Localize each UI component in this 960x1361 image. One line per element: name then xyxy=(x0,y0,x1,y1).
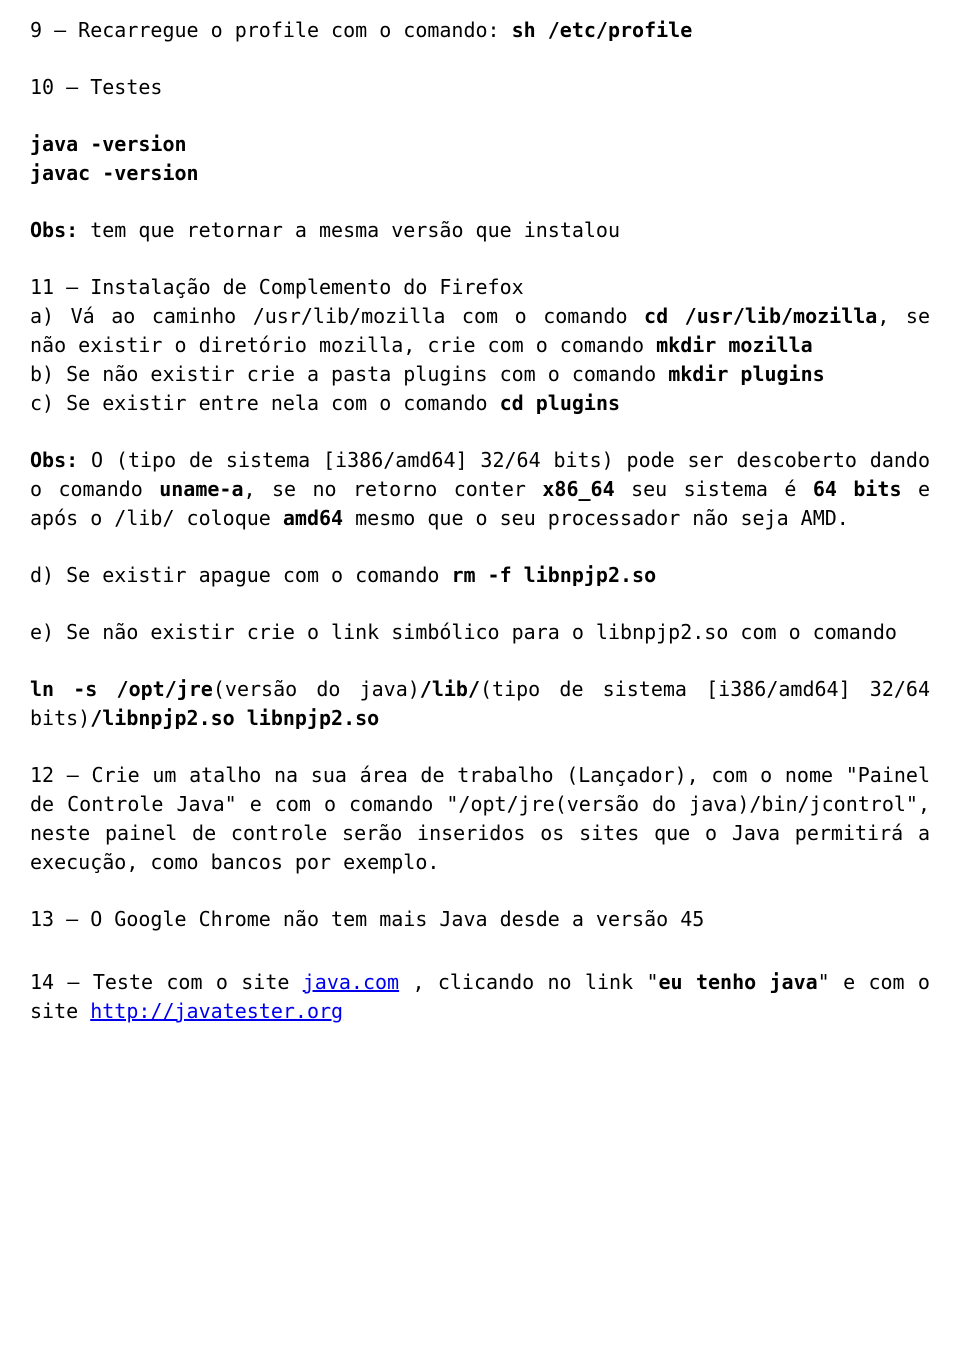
step-11-b-cmd: mkdir plugins xyxy=(668,362,825,386)
step-11-d-cmd: rm -f libnpjp2.so xyxy=(451,563,656,587)
ln-command: ln -s /opt/jre(versão do java)/lib/(tipo… xyxy=(30,675,930,733)
step-11-a: a) Vá ao caminho /usr/lib/mozilla com o … xyxy=(30,302,930,360)
obs-2-64bits: 64 bits xyxy=(813,477,902,501)
obs-1-text: tem que retornar a mesma versão que inst… xyxy=(78,218,620,242)
step-9: 9 — Recarregue o profile com o comando: … xyxy=(30,16,930,45)
step-11-c: c) Se existir entre nela com o comando c… xyxy=(30,389,930,418)
obs-1: Obs: tem que retornar a mesma versão que… xyxy=(30,216,930,245)
step-9-text: 9 — Recarregue o profile com o comando: xyxy=(30,18,512,42)
obs-2-t5: mesmo que o seu processador não seja AMD… xyxy=(343,506,849,530)
cmd-javac-version: javac -version xyxy=(30,159,930,188)
obs-2-uname: uname-a xyxy=(159,477,243,501)
ln-part1: ln -s /opt/jre xyxy=(30,677,213,701)
obs-2-t3: seu sistema é xyxy=(615,477,813,501)
ln-part5: /libnpjp2.so libnpjp2.so xyxy=(90,706,379,730)
step-11-a-mkdir: mkdir mozilla xyxy=(656,333,813,357)
obs-2-label: Obs: xyxy=(30,448,78,472)
ln-part2: (versão do java) xyxy=(213,677,420,701)
obs-1-label: Obs: xyxy=(30,218,78,242)
document-page: 9 — Recarregue o profile com o comando: … xyxy=(0,0,960,1361)
step-14-t1: 14 — Teste com o site xyxy=(30,970,303,994)
cmd-java-version: java -version xyxy=(30,130,930,159)
step-11-d: d) Se existir apague com o comando rm -f… xyxy=(30,561,930,590)
step-11-c-text: c) Se existir entre nela com o comando xyxy=(30,391,500,415)
obs-2-x8664: x86_64 xyxy=(542,477,614,501)
obs-2-amd64: amd64 xyxy=(283,506,343,530)
link-java-com[interactable]: java.com xyxy=(303,970,399,994)
ln-part3: /lib/ xyxy=(420,677,480,701)
step-13: 13 — O Google Chrome não tem mais Java d… xyxy=(30,905,930,934)
step-11-e: e) Se não existir crie o link simbólico … xyxy=(30,618,930,647)
step-11-c-cmd: cd plugins xyxy=(500,391,620,415)
obs-2-t2: , se no retorno conter xyxy=(244,477,543,501)
step-14-t2: , clicando no link " xyxy=(399,970,658,994)
link-javatester[interactable]: http://javatester.org xyxy=(90,999,343,1023)
step-11-b-text: b) Se não existir crie a pasta plugins c… xyxy=(30,362,668,386)
step-10: 10 — Testes xyxy=(30,73,930,102)
obs-2: Obs: O (tipo de sistema [i386/amd64] 32/… xyxy=(30,446,930,533)
step-12: 12 — Crie um atalho na sua área de traba… xyxy=(30,761,930,877)
step-11-a-text1: a) Vá ao caminho /usr/lib/mozilla com o … xyxy=(30,304,644,328)
step-11-d-text: d) Se existir apague com o comando xyxy=(30,563,451,587)
step-14: 14 — Teste com o site java.com , clicand… xyxy=(30,968,930,1026)
step-9-command: sh /etc/profile xyxy=(512,18,693,42)
step-11-a-cd: cd /usr/lib/mozilla xyxy=(644,304,877,328)
step-11-b: b) Se não existir crie a pasta plugins c… xyxy=(30,360,930,389)
step-14-bold: eu tenho java xyxy=(659,970,818,994)
step-11-title: 11 — Instalação de Complemento do Firefo… xyxy=(30,273,930,302)
